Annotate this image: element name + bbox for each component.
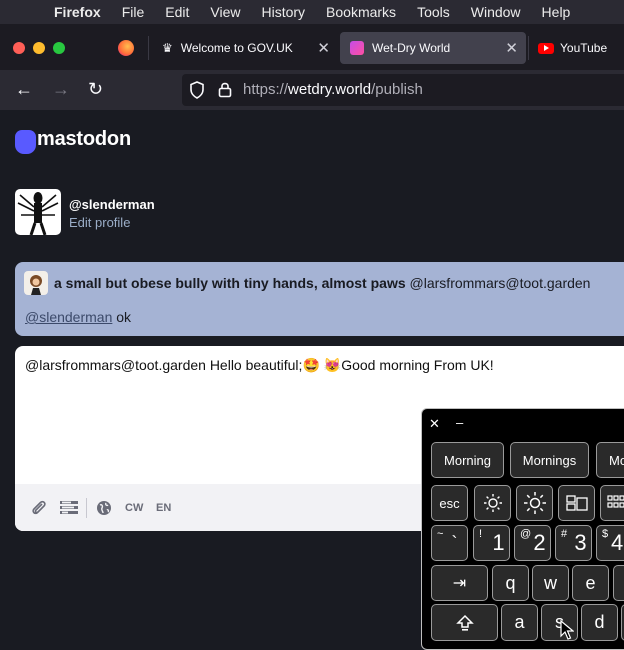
grave-key[interactable]: ~ ` [431,525,468,561]
menu-app-name[interactable]: Firefox [54,4,101,20]
tab-youtube[interactable]: YouTube [530,32,624,64]
reply-account[interactable]: @larsfrommars@toot.garden [410,275,591,291]
macos-menu-bar: Firefox File Edit View History Bookmarks… [0,0,624,24]
reply-header: a small but obese bully with tiny hands,… [54,275,590,291]
menu-help[interactable]: Help [542,4,571,20]
compose-text-part1: @larsfrommars@toot.garden Hello beautifu… [25,357,303,373]
key-e[interactable]: e [572,565,609,601]
reply-display-name[interactable]: a small but obese bully with tiny hands,… [54,275,406,291]
profile-handle: @slenderman [69,197,155,212]
window-zoom-button[interactable] [53,42,65,54]
wetdry-favicon-icon [350,41,364,55]
key-shift-symbol: ! [479,528,483,540]
forward-icon[interactable]: → [52,79,70,100]
mouse-cursor-icon [560,620,574,640]
compose-text-part2: Good morning From UK! [341,357,494,373]
key-label: 1 [492,530,505,555]
keyboard-minimize-button[interactable]: – [456,415,463,430]
tab-wet-dry-world[interactable]: Wet-Dry World ✕ [340,32,526,64]
mission-control-icon [565,495,588,511]
key-label: ` [451,532,458,553]
globe-icon[interactable] [96,500,112,516]
compose-text[interactable]: @larsfrommars@toot.garden Hello beautifu… [25,357,494,374]
tab-label: YouTube [560,41,608,55]
paperclip-icon[interactable] [31,499,47,517]
mastodon-logo-icon[interactable] [15,130,36,154]
reply-text: ok [112,309,132,325]
sun-small-icon [483,494,502,512]
url-scheme: https:// [243,81,289,98]
key-2[interactable]: @2 [514,525,551,561]
key-a[interactable]: a [501,604,538,641]
reply-mention[interactable]: @slenderman [25,309,112,325]
key-1[interactable]: ! 1 [473,525,510,561]
key-label: 4 [611,530,624,555]
close-icon[interactable]: ✕ [317,39,330,57]
firefox-icon[interactable] [118,40,134,56]
edit-profile-link[interactable]: Edit profile [69,215,130,230]
key-shift-symbol: $ [602,528,609,540]
launchpad-key[interactable] [600,485,624,521]
url-text[interactable]: https://wetdry.world/publish [243,81,423,98]
url-host: wetdry.world [288,81,372,98]
shift-icon [455,614,474,631]
crown-icon: ♛ [162,41,173,55]
suggestion-key[interactable]: Mo [596,442,624,478]
key-q[interactable]: q [492,565,529,601]
shield-icon[interactable] [189,81,205,99]
menu-edit[interactable]: Edit [165,4,189,20]
menu-bookmarks[interactable]: Bookmarks [326,4,396,20]
url-path: /publish [371,81,423,98]
menu-view[interactable]: View [210,4,240,20]
tab-govuk[interactable]: ♛ Welcome to GOV.UK ✕ [150,32,338,64]
suggestion-key[interactable]: Mornings [510,442,589,478]
brightness-up-key[interactable] [516,485,553,521]
launchpad-grid-icon [607,495,624,508]
menu-tools[interactable]: Tools [417,4,450,20]
menu-history[interactable]: History [261,4,305,20]
esc-key[interactable]: esc [431,485,468,521]
lock-icon[interactable] [218,81,232,98]
reload-icon[interactable]: ↻ [88,79,103,100]
poll-icon[interactable] [59,500,79,515]
key-w[interactable]: w [532,565,569,601]
emoji-heart-eyes-cat: 😻 [323,357,342,373]
emoji-star-struck: 🤩 [302,357,320,373]
keyboard-close-button[interactable]: ✕ [429,416,440,432]
close-icon[interactable]: ✕ [505,39,518,57]
sun-large-icon [523,492,546,514]
window-close-button[interactable] [13,42,25,54]
menu-window[interactable]: Window [471,4,521,20]
key-shift-symbol: # [561,528,568,540]
language-button[interactable]: EN [156,502,171,514]
tab-label: Welcome to GOV.UK [180,41,293,55]
key-d[interactable]: d [581,604,618,641]
youtube-icon [538,42,554,54]
mission-control-key[interactable] [558,485,595,521]
avatar[interactable] [15,189,61,235]
key-label: 3 [574,530,587,555]
suggestion-key[interactable]: Morning [431,442,504,478]
tab-label: Wet-Dry World [372,41,451,55]
reply-avatar[interactable] [24,271,48,295]
tab-key[interactable]: ⇥ [431,565,488,601]
key-label: 2 [533,530,546,555]
reply-body: @slenderman ok [25,309,131,325]
mastodon-logo-text[interactable]: mastodon [37,128,131,151]
key-shift-symbol: ~ [437,528,444,540]
window-minimize-button[interactable] [33,42,45,54]
key-3[interactable]: #3 [555,525,592,561]
shift-key[interactable] [431,604,498,641]
key-partial[interactable] [613,565,624,601]
content-warning-button[interactable]: CW [125,502,143,514]
key-4[interactable]: $4 [596,525,624,561]
brightness-down-key[interactable] [474,485,511,521]
key-shift-symbol: @ [520,528,532,540]
menu-file[interactable]: File [122,4,145,20]
back-icon[interactable]: ← [15,79,33,100]
tab-arrow-icon: ⇥ [452,575,467,592]
